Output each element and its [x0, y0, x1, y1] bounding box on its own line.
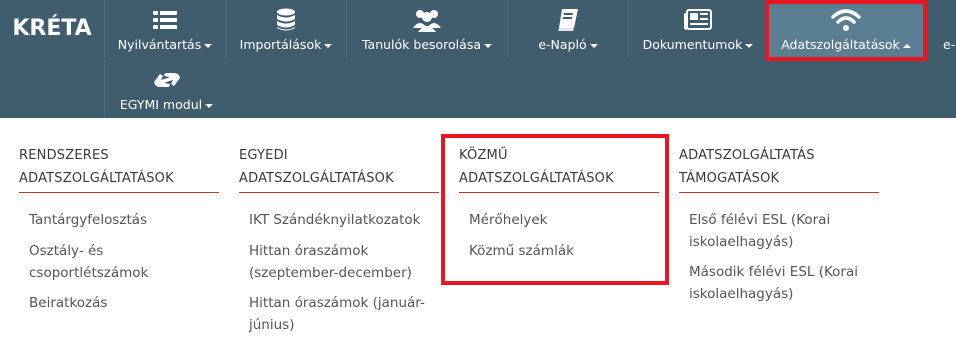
nav-item-importalasok[interactable]: Importálások — [225, 0, 346, 58]
column-divider — [19, 192, 219, 193]
chevron-down-icon — [745, 43, 754, 48]
link-tantargyfelosztas[interactable]: Tantárgyfelosztás — [29, 209, 147, 231]
link-hittan-szeptember-december[interactable]: Hittan óraszámok (szeptember-december) — [249, 240, 412, 284]
logo[interactable]: KRÉTA — [0, 0, 104, 58]
logo-text: KRÉTA — [12, 16, 92, 41]
nav-item-nyilvantartas[interactable]: Nyilvántartás — [104, 0, 225, 58]
column-heading-rendszeres: RENDSZERES ADATSZOLGÁLTATÁSOK — [19, 148, 174, 186]
chevron-down-icon — [484, 43, 492, 48]
nav-item-egymi-modul[interactable]: EGYMI modul — [104, 60, 228, 118]
highlight-adatszolgaltatasok — [765, 0, 927, 61]
chevron-down-icon — [589, 43, 598, 48]
nav-label-e-naplo: e-Napló — [538, 37, 587, 52]
nav-item-cutoff[interactable]: e- — [924, 0, 956, 58]
link-osztaly-csoportletszamok[interactable]: Osztály- és csoportlétszámok — [29, 240, 148, 284]
nav-label-dokumentumok: Dokumentumok — [642, 37, 743, 52]
nav-label-nyilvantartas: Nyilvántartás — [117, 37, 202, 52]
link-masodik-felevi-esl[interactable]: Második félévi ESL (Korai iskolaelhagyás… — [689, 261, 858, 305]
link-hittan-januar-junius[interactable]: Hittan óraszámok (január- június) — [249, 292, 425, 336]
link-ikt-szandeknyilatkozatok[interactable]: IKT Szándéknyilatkozatok — [249, 209, 420, 231]
database-icon — [226, 7, 346, 33]
chevron-down-icon — [324, 43, 333, 48]
nav-item-e-naplo[interactable]: e-Napló — [507, 0, 628, 58]
book-icon — [508, 7, 628, 33]
column-heading-tamogatasok: ADATSZOLGÁLTATÁS TÁMOGATÁSOK — [679, 148, 815, 186]
chevron-down-icon — [204, 43, 213, 48]
sign-language-icon — [105, 67, 228, 93]
nav-label-egymi-modul: EGYMI modul — [119, 97, 203, 112]
column-divider — [239, 192, 439, 193]
link-beiratkozas[interactable]: Beiratkozás — [29, 292, 107, 314]
chevron-down-icon — [205, 103, 214, 108]
link-elso-felevi-esl[interactable]: Első félévi ESL (Korai iskolaelhagyás) — [689, 209, 830, 253]
newspaper-icon — [629, 7, 767, 33]
users-icon — [347, 7, 507, 33]
nav-label-tanulok-besorolasa: Tanulók besorolása — [361, 37, 481, 52]
column-divider — [679, 192, 879, 193]
list-icon — [105, 7, 225, 33]
column-heading-egyedi: EGYEDI ADATSZOLGÁLTATÁSOK — [239, 148, 394, 186]
nav-label-importalasok: Importálások — [239, 37, 322, 52]
nav-item-dokumentumok[interactable]: Dokumentumok — [628, 0, 767, 58]
nav-item-tanulok-besorolasa[interactable]: Tanulók besorolása — [346, 0, 507, 58]
nav-label-cutoff: e- — [943, 37, 956, 52]
highlight-kozmu-column — [441, 134, 669, 285]
